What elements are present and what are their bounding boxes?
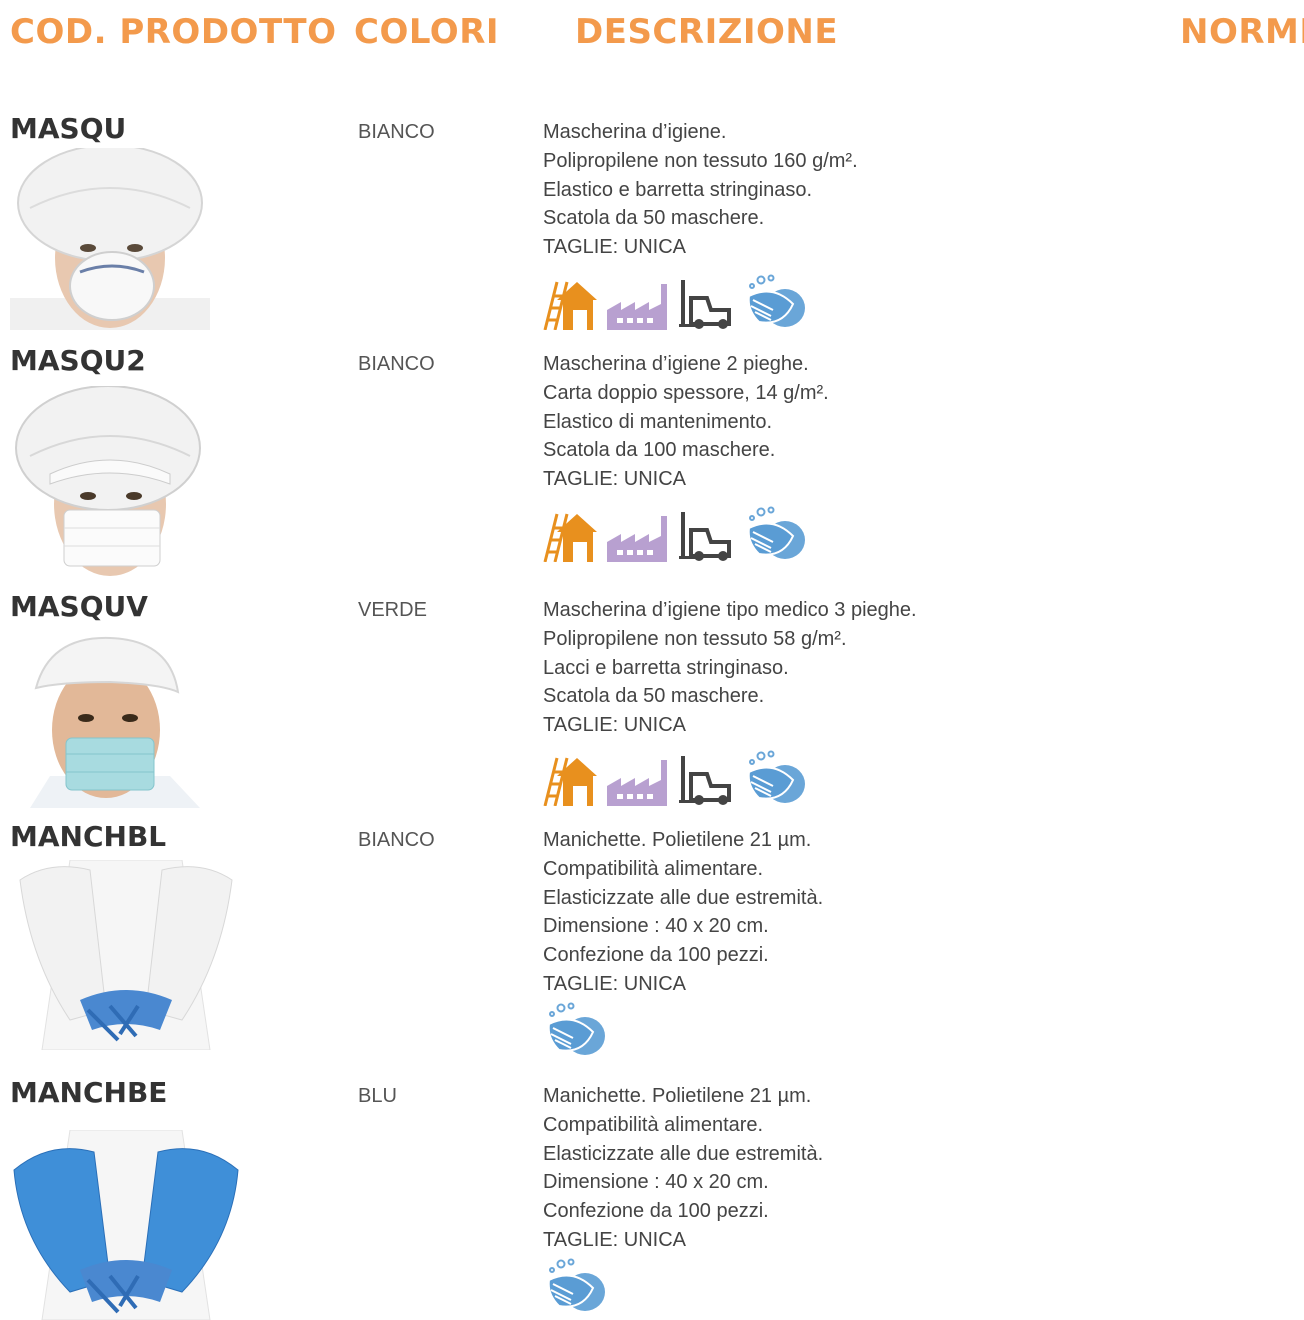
- product-description: Mascherina d’igiene. Polipropilene non t…: [543, 118, 858, 262]
- product-photo: [10, 386, 242, 582]
- product-photo: [10, 860, 242, 1050]
- forklift-icon: [679, 512, 731, 561]
- description-line: Manichette. Polietilene 21 µm.: [543, 1085, 812, 1107]
- description-line: Polipropilene non tessuto 160 g/m².: [543, 149, 858, 172]
- description-line: Scatola da 50 maschere.: [543, 207, 765, 230]
- description-line: Elastico di mantenimento.: [543, 410, 773, 433]
- product-description: Manichette. Polietilene 21 µm. Compatibi…: [543, 826, 823, 999]
- description-line: TAGLIE: UNICA: [543, 714, 686, 737]
- product-code: MASQU2: [10, 344, 146, 377]
- product-description: Mascherina d’igiene 2 pieghe. Carta dopp…: [543, 350, 829, 494]
- description-line: Compatibilità alimentare.: [543, 1113, 764, 1136]
- product-photo: [10, 626, 242, 808]
- factory-icon: [607, 284, 667, 330]
- description-line: TAGLIE: UNICA: [543, 1228, 686, 1251]
- description-line: TAGLIE: UNICA: [543, 468, 686, 491]
- description-line: Polipropilene non tessuto 58 g/m².: [543, 627, 847, 650]
- description-line: Compatibilità alimentare.: [543, 857, 764, 880]
- description-line: Scatola da 100 maschere.: [543, 439, 776, 462]
- usage-icons: [543, 1002, 605, 1058]
- construction-icon: [543, 281, 597, 330]
- product-photo: [10, 1130, 242, 1320]
- description-line: Manichette. Polietilene 21 µm.: [543, 829, 812, 851]
- product-code: MASQU: [10, 112, 127, 145]
- header-norms: NORME: [1180, 12, 1304, 52]
- description-line: Mascherina d’igiene 2 pieghe.: [543, 353, 809, 375]
- product-code: MASQUV: [10, 590, 148, 623]
- construction-icon: [543, 757, 597, 806]
- header-colors: COLORI: [354, 12, 500, 52]
- description-line: Lacci e barretta stringinaso.: [543, 656, 789, 679]
- description-line: Carta doppio spessore, 14 g/m².: [543, 381, 829, 404]
- forklift-icon: [679, 280, 731, 329]
- product-color: BIANCO: [358, 353, 435, 375]
- factory-icon: [607, 516, 667, 562]
- description-line: Elastico e barretta stringinaso.: [543, 178, 813, 201]
- usage-icons: [543, 274, 805, 330]
- hygiene-hands-icon: [547, 1002, 605, 1055]
- forklift-icon: [679, 756, 731, 805]
- product-color: BIANCO: [358, 829, 435, 851]
- product-code: MANCHBL: [10, 820, 167, 853]
- hygiene-hands-icon: [547, 1258, 605, 1311]
- product-color: VERDE: [358, 599, 427, 621]
- product-photo: [10, 148, 242, 330]
- usage-icons: [543, 506, 805, 562]
- construction-icon: [543, 513, 597, 562]
- usage-icons: [543, 1258, 605, 1314]
- description-line: TAGLIE: UNICA: [543, 972, 686, 995]
- product-description: Mascherina d’igiene tipo medico 3 pieghe…: [543, 596, 917, 740]
- description-line: Confezione da 100 pezzi.: [543, 944, 769, 967]
- description-line: Confezione da 100 pezzi.: [543, 1200, 769, 1223]
- description-line: Dimensione : 40 x 20 cm.: [543, 1171, 769, 1194]
- description-line: Scatola da 50 maschere.: [543, 685, 765, 708]
- usage-icons: [543, 750, 805, 806]
- hygiene-hands-icon: [747, 274, 805, 327]
- description-line: Dimensione : 40 x 20 cm.: [543, 915, 769, 938]
- factory-icon: [607, 760, 667, 806]
- description-line: Mascherina d’igiene tipo medico 3 pieghe…: [543, 599, 917, 621]
- hygiene-hands-icon: [747, 750, 805, 803]
- header-product-code: COD. PRODOTTO: [10, 12, 337, 52]
- description-line: Elasticizzate alle due estremità.: [543, 886, 824, 909]
- product-color: BLU: [358, 1085, 397, 1107]
- product-description: Manichette. Polietilene 21 µm. Compatibi…: [543, 1082, 823, 1255]
- description-line: TAGLIE: UNICA: [543, 236, 686, 259]
- product-code: MANCHBE: [10, 1076, 168, 1109]
- product-color: BIANCO: [358, 121, 435, 143]
- description-line: Elasticizzate alle due estremità.: [543, 1142, 824, 1165]
- description-line: Mascherina d’igiene.: [543, 121, 727, 143]
- header-description: DESCRIZIONE: [575, 12, 839, 52]
- hygiene-hands-icon: [747, 506, 805, 559]
